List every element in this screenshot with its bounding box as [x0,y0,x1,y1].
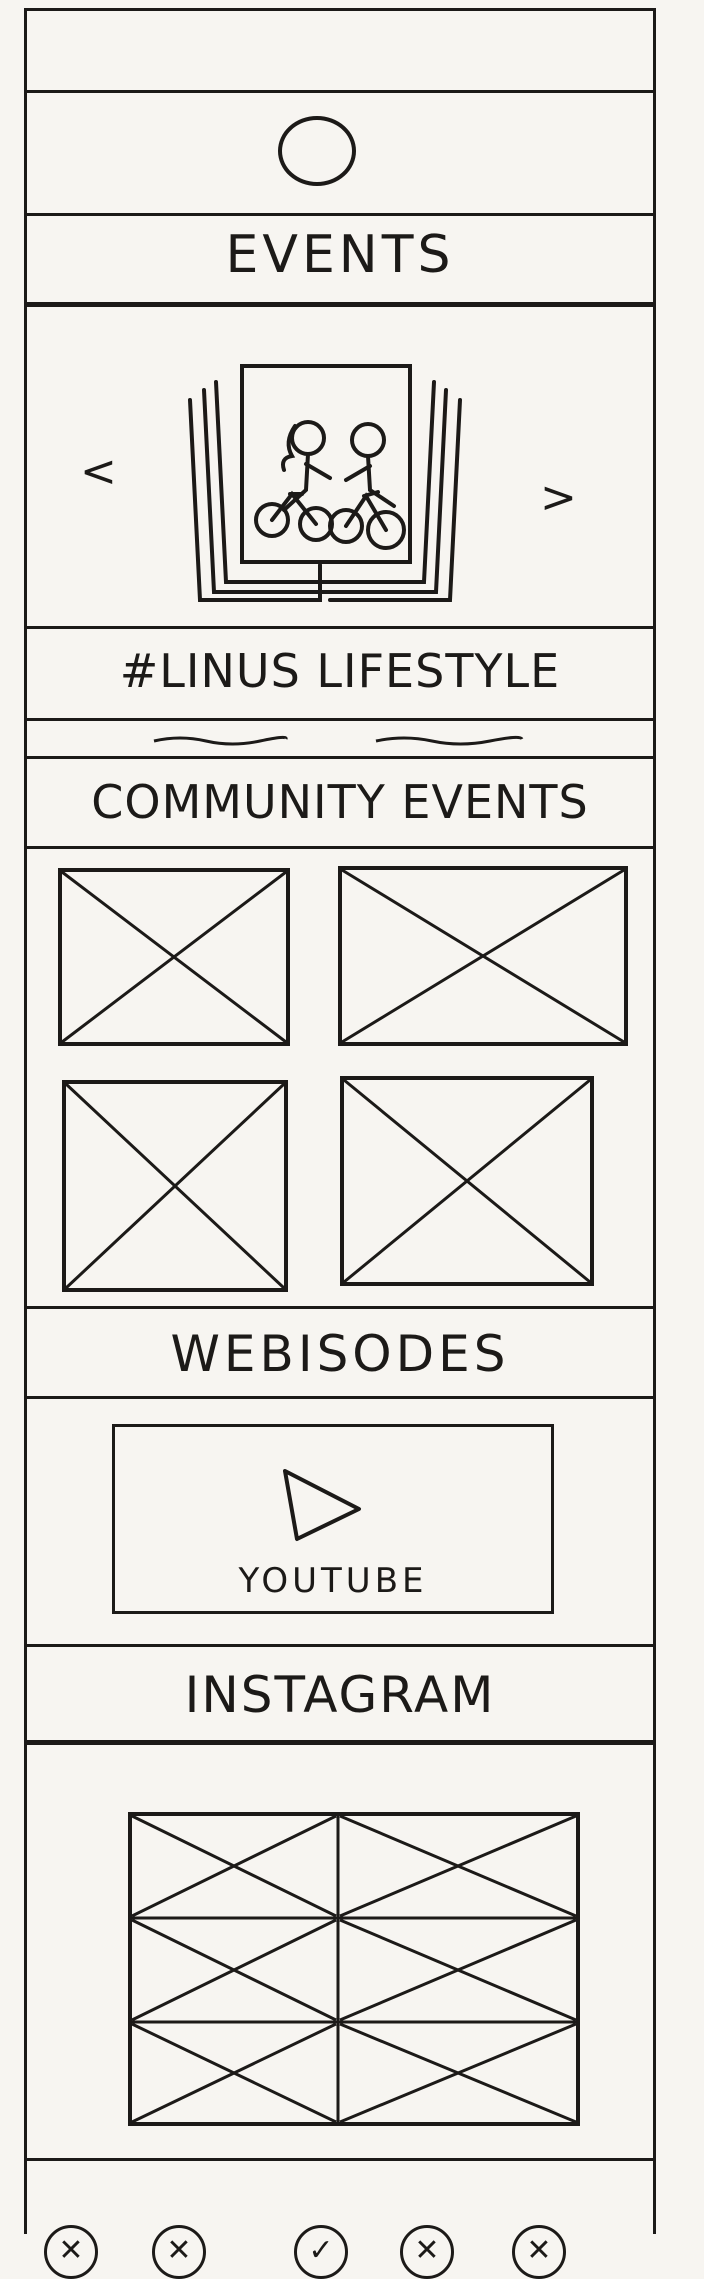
check-circle-icon[interactable]: ✓ [294,2225,348,2279]
section-title-community-events: COMMUNITY EVENTS [91,775,589,829]
divider [24,2158,656,2161]
youtube-label: YOUTUBE [238,1561,428,1601]
divider [24,756,656,759]
x-circle-icon[interactable]: ✕ [44,2225,98,2279]
divider [24,1644,656,1647]
community-event-image-placeholder[interactable] [62,1080,288,1292]
carousel-next-button[interactable]: > [540,476,577,520]
divider [24,626,656,629]
divider [24,302,656,307]
hashtag-underline-decoration [150,732,530,746]
x-circle-icon[interactable]: ✕ [400,2225,454,2279]
carousel-prev-button[interactable]: < [80,450,117,494]
community-event-image-placeholder[interactable] [58,868,290,1046]
cyclists-photo-stack-icon[interactable] [180,360,470,610]
x-circle-icon[interactable]: ✕ [152,2225,206,2279]
divider [24,1740,656,1745]
community-event-image-placeholder[interactable] [338,866,628,1046]
divider [24,718,656,721]
section-title-instagram: INSTAGRAM [184,1666,496,1724]
circle-logo-icon[interactable] [278,116,356,186]
divider [24,90,656,93]
x-circle-icon[interactable]: ✕ [512,2225,566,2279]
divider [24,1306,656,1309]
youtube-video-player[interactable]: YOUTUBE [112,1424,554,1614]
instagram-image-grid[interactable] [128,1812,580,2126]
divider [24,213,656,216]
section-title-webisodes: WEBISODES [170,1325,510,1383]
section-title-events: EVENTS [225,225,455,285]
community-event-image-placeholder[interactable] [340,1076,594,1286]
divider [24,1396,656,1399]
play-icon[interactable] [275,1465,365,1545]
divider [24,846,656,849]
hashtag-label[interactable]: #LINUS LIFESTYLE [24,644,656,698]
